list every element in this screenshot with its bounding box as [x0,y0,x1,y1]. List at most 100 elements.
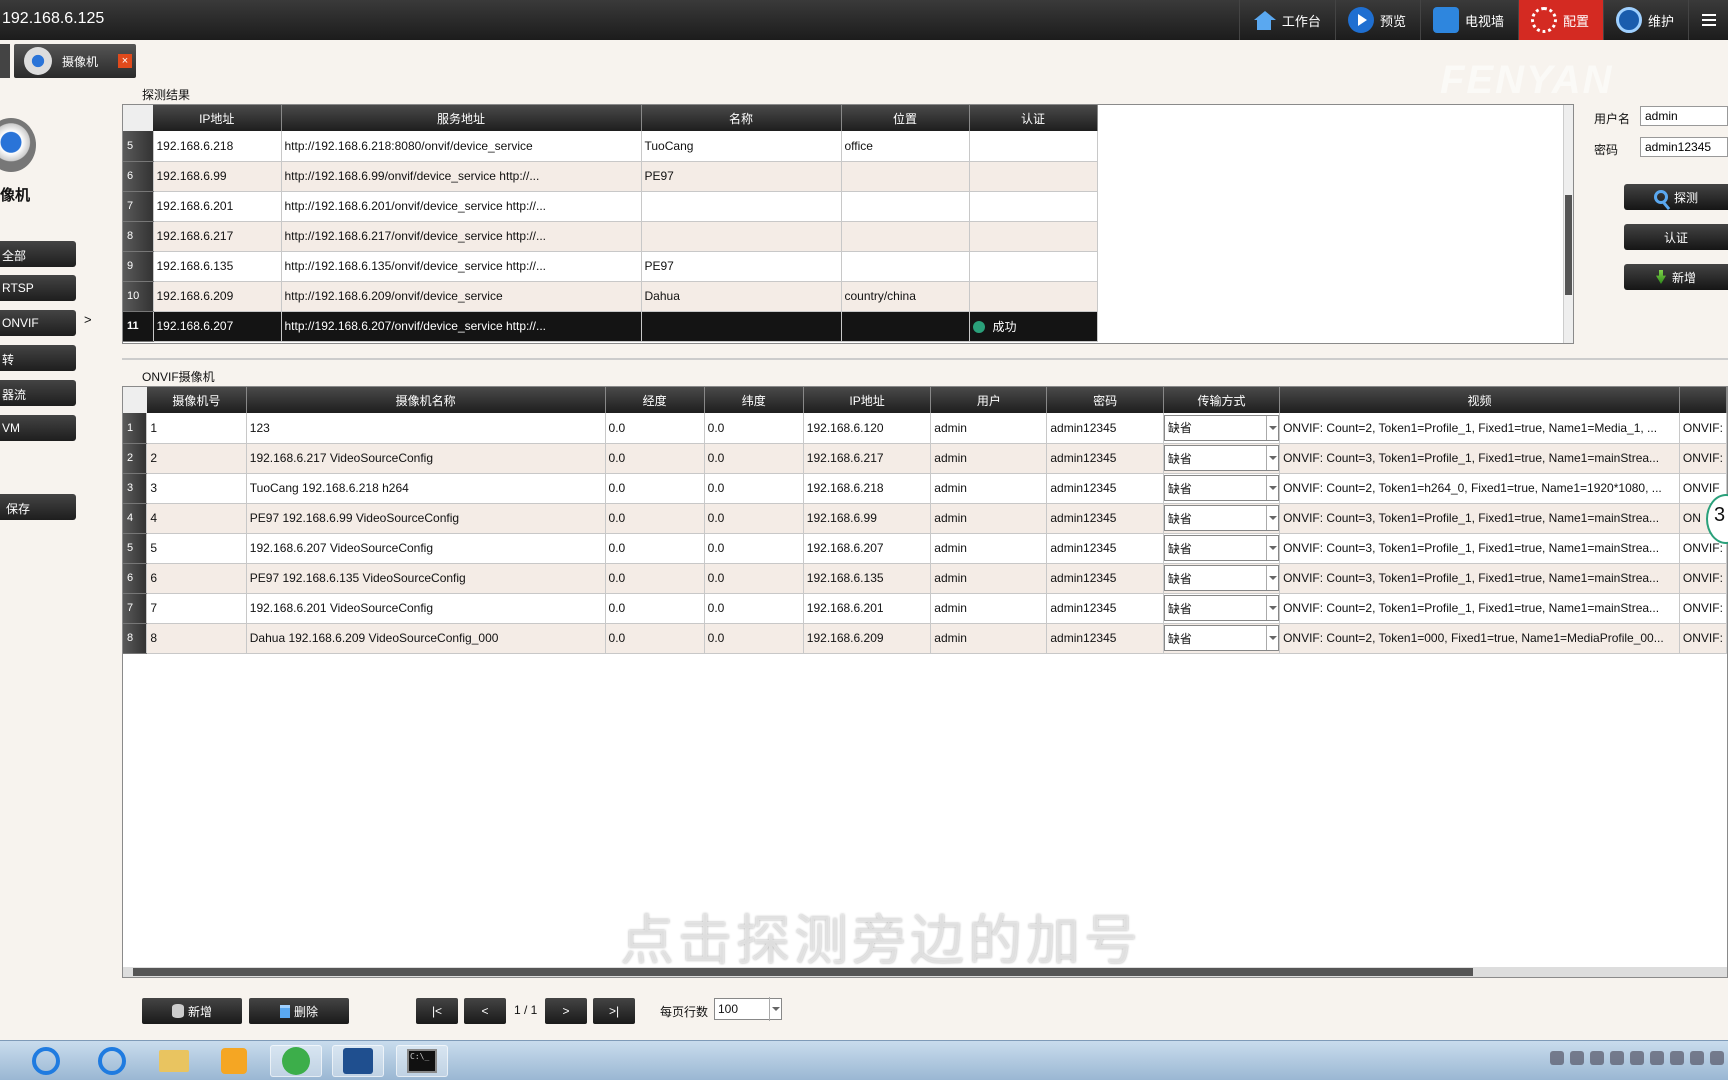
nav-config-button[interactable]: 配置 [1517,0,1603,40]
cell-password: admin12345 [1046,443,1164,474]
sidebar-save-button[interactable]: 保存 [0,494,76,520]
detect-button[interactable]: 探测 [1624,184,1728,210]
transport-select[interactable]: 缺省 [1163,475,1279,501]
transport-select[interactable]: 缺省 [1163,445,1279,471]
cell-ip: 192.168.6.135 [153,251,282,282]
table-row[interactable]: 4 4 PE97 192.168.6.99 VideoSourceConfig 0.0… [123,503,1727,534]
taskbar-config-app[interactable] [332,1045,384,1077]
cell-location [841,251,970,282]
table-row[interactable]: 8 192.168.6.217 http://192.168.6.217/onv… [123,221,1098,252]
sidebar-item-stream[interactable]: 器流 [0,380,76,406]
first-page-button[interactable]: |< [416,998,458,1024]
cell-latitude: 0.0 [704,473,804,504]
cell-latitude: 0.0 [704,563,804,594]
shield-icon[interactable] [1610,1051,1624,1065]
last-page-button[interactable]: >| [593,998,635,1024]
cell-camera-number: 6 [146,563,247,594]
column-header[interactable]: IP地址 [803,387,932,413]
network-icon[interactable] [1570,1051,1584,1065]
security-icon[interactable] [1590,1051,1604,1065]
row-number: 7 [123,191,154,222]
delete-row-button[interactable]: 删除 [249,998,349,1024]
column-header[interactable]: 经度 [605,387,705,413]
column-header[interactable]: 用户 [930,387,1048,413]
add-row-button[interactable]: 新增 [142,998,242,1024]
table-row[interactable]: 9 192.168.6.135 http://192.168.6.135/onv… [123,251,1098,282]
volume-icon[interactable] [1710,1051,1724,1065]
transport-select[interactable]: 缺省 [1163,505,1279,531]
table-row[interactable]: 3 3 TuoCang 192.168.6.218 h264 0.0 0.0 192.16… [123,473,1727,504]
table-row[interactable]: 77 192.168.6.201 VideoSourceConfig 0.0 0.0… [123,593,1727,624]
prev-page-button[interactable]: < [464,998,506,1024]
tools-icon[interactable] [1650,1051,1664,1065]
taskbar-ie-start[interactable] [20,1045,72,1077]
display-icon[interactable] [1670,1051,1684,1065]
trash-icon [279,1004,290,1018]
table-row[interactable]: 1 1 123 0.0 0.0 192.168.6.120 admin admin12345 缺… [123,413,1727,444]
column-header[interactable]: 摄像机号 [146,387,247,413]
nav-workbench-button[interactable]: 工作台 [1238,0,1335,40]
username-input[interactable] [1640,106,1728,126]
transport-select[interactable]: 缺省 [1163,414,1279,441]
column-header[interactable]: IP地址 [153,105,282,131]
transport-select[interactable]: 缺省 [1163,625,1279,651]
row-number: 2 [123,443,148,474]
sidebar-item-rtsp[interactable]: RTSP [0,275,76,301]
nav-maintenance-button[interactable]: 维护 [1602,0,1688,40]
column-header[interactable]: 密码 [1046,387,1164,413]
table-row[interactable]: 22 192.168.6.217 VideoSourceConfig 0.0 0.0… [123,443,1727,474]
scrollbar-thumb[interactable] [1565,195,1572,295]
nav-tv-wall-button[interactable]: 电视墙 [1419,0,1518,40]
cell-camera-number: 1 [146,413,247,444]
table-row[interactable]: 10 192.168.6.209 http://192.168.6.209/on… [123,281,1098,312]
table-row-selected[interactable]: 11 192.168.6.207 http://192.168.6.207/on… [123,311,1098,342]
taskbar-green-app[interactable] [270,1045,322,1077]
taskbar-media-player[interactable] [208,1045,260,1077]
keyboard-icon[interactable] [1550,1051,1564,1065]
column-header[interactable]: 位置 [841,105,970,131]
column-header[interactable]: 视频 [1279,387,1680,413]
transport-select[interactable]: 缺省 [1163,535,1279,561]
bluetooth-icon[interactable] [1630,1051,1644,1065]
hamburger-menu-icon[interactable] [1688,0,1728,40]
table-row[interactable]: 7 192.168.6.201 http://192.168.6.201/onv… [123,191,1098,222]
next-page-button[interactable]: > [545,998,587,1024]
rows-per-page-select[interactable]: 100 [714,997,782,1021]
table-row[interactable]: 6 6 PE97 192.168.6.135 VideoSourceConfig 0.… [123,563,1727,594]
transport-select[interactable]: 缺省 [1163,565,1279,591]
sidebar-item-all[interactable]: 全部 [0,241,76,267]
tab-camera[interactable]: 摄像机 × [14,44,136,78]
column-header[interactable]: 认证 [969,105,1098,131]
table-row[interactable]: 55 192.168.6.207 VideoSourceConfig 0.0 0.0… [123,533,1727,564]
column-header[interactable]: 服务地址 [281,105,642,131]
close-icon[interactable]: × [118,54,132,68]
taskbar-cmd[interactable]: C:\_ [396,1045,448,1077]
transport-select[interactable]: 缺省 [1163,595,1279,621]
column-header[interactable]: 纬度 [704,387,804,413]
cell-longitude: 0.0 [605,563,705,594]
battery-icon[interactable] [1690,1051,1704,1065]
cell-latitude: 0.0 [704,503,804,534]
column-header[interactable]: 名称 [641,105,842,131]
password-input[interactable] [1640,137,1728,157]
add-label: 新增 [1671,270,1696,285]
password-label: 密码 [1594,143,1619,157]
column-header[interactable]: 传输方式 [1163,387,1281,413]
nav-preview-button[interactable]: 预览 [1334,0,1420,40]
taskbar-explorer[interactable] [148,1045,200,1077]
table-row[interactable]: 8 8 Dahua 192.168.6.209 VideoSourceConfig_… [123,623,1727,654]
tab-scroll-left[interactable] [0,44,10,78]
add-camera-button[interactable]: 新增 [1624,264,1728,290]
authenticate-button[interactable]: 认证 [1624,224,1728,250]
table-row[interactable]: 5 192.168.6.218 http://192.168.6.218:808… [123,131,1098,162]
sidebar-item-onvif[interactable]: ONVIF [0,310,76,336]
discovery-vertical-scrollbar[interactable] [1563,105,1573,343]
column-header[interactable] [1679,387,1727,413]
cell-user: admin [930,443,1048,474]
taskbar-ie[interactable] [86,1045,138,1077]
sidebar-item-vm[interactable]: VM [0,415,76,441]
sidebar-item-transfer[interactable]: 转 [0,345,76,371]
table-row[interactable]: 6 192.168.6.99 http://192.168.6.99/onvif… [123,161,1098,192]
cell-auth [969,161,1098,192]
column-header[interactable]: 摄像机名称 [246,387,606,413]
